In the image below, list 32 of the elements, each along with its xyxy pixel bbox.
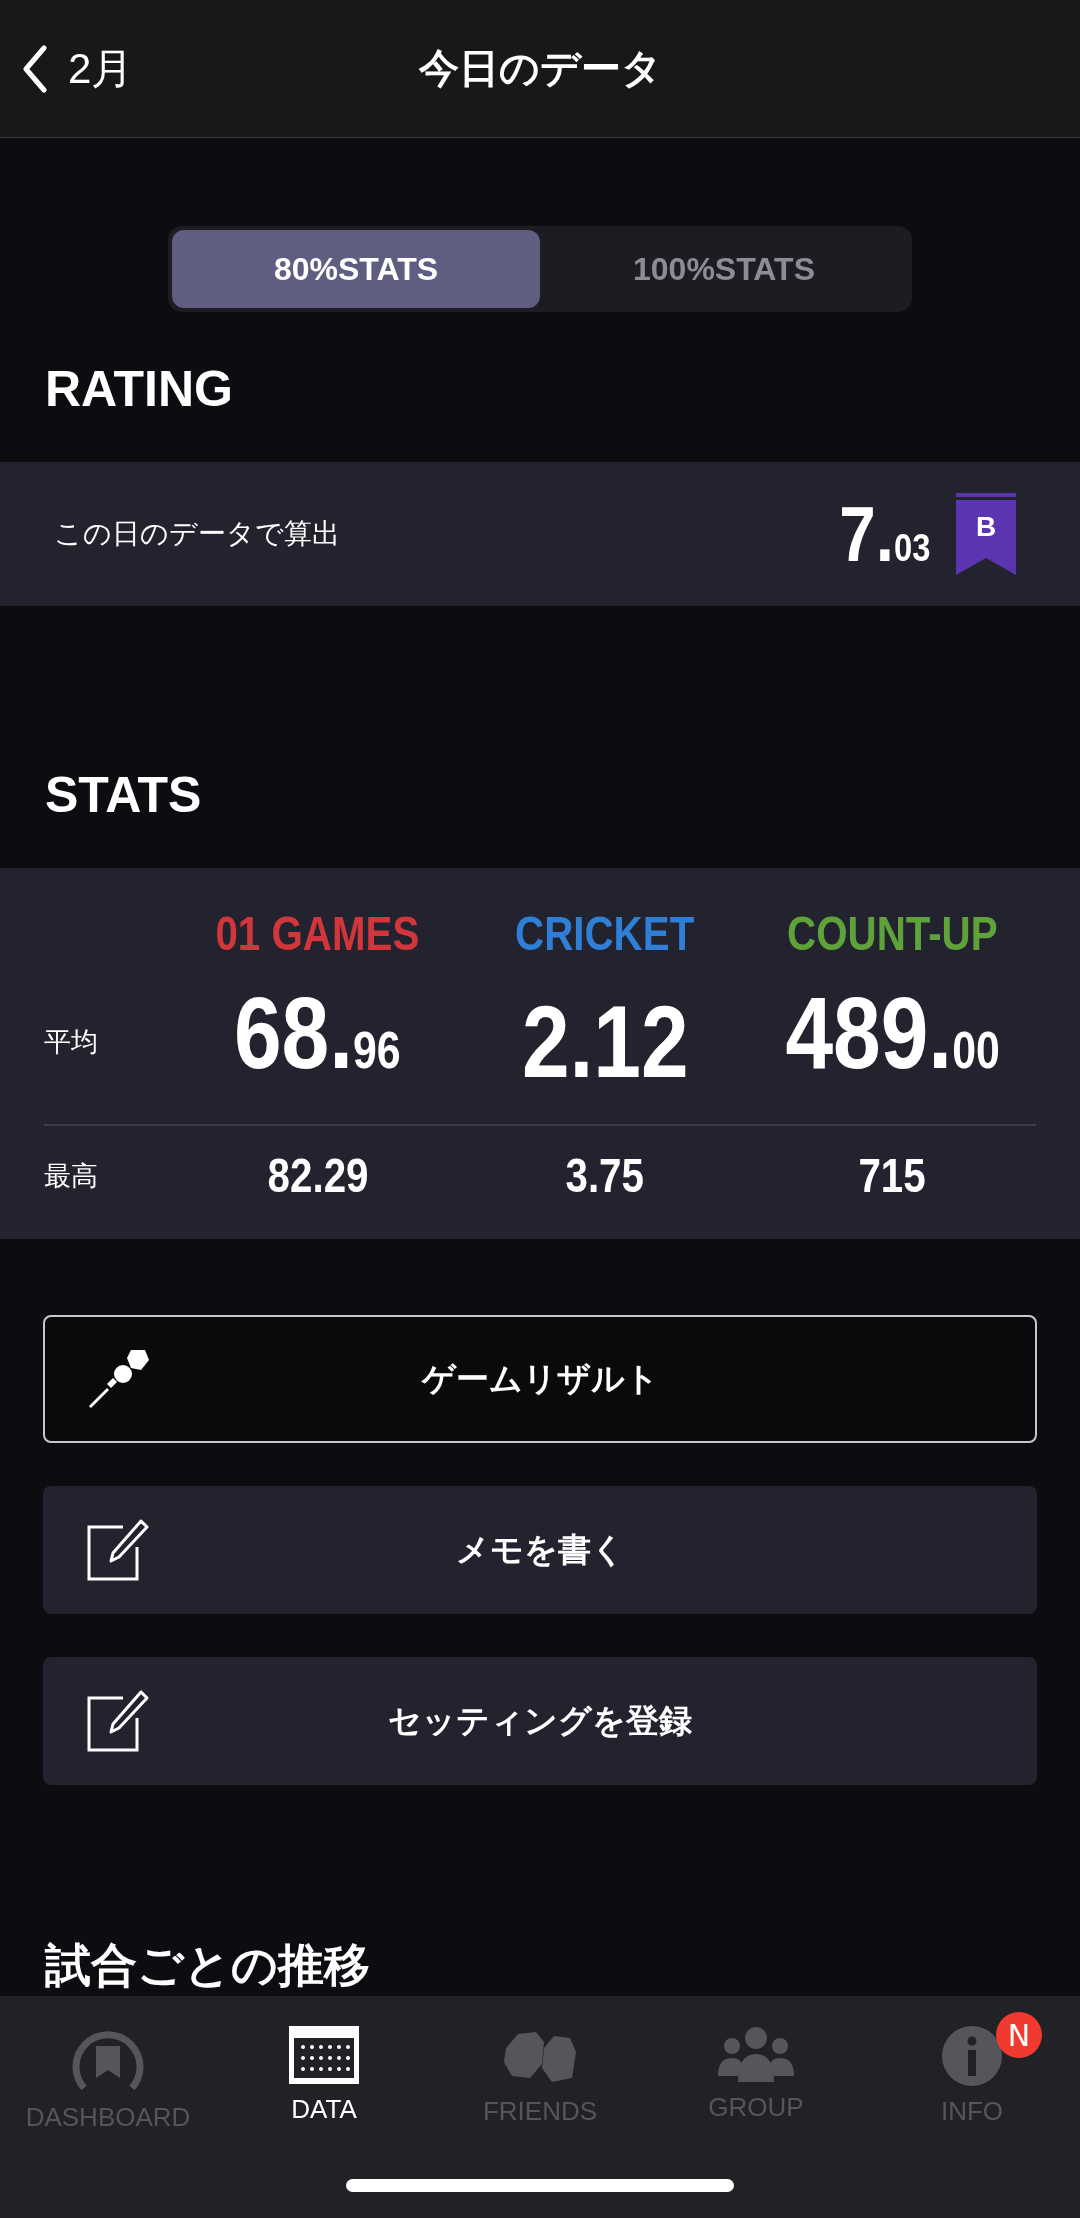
tab-item[interactable]: DATA [281,2020,367,2125]
action-button[interactable]: ゲームリザルト [43,1315,1037,1443]
best-value: 82.29 [266,1148,370,1204]
stats-tab[interactable]: 80%STATS [172,230,540,308]
rating-value: 7.03 [838,488,930,580]
best-value: 3.75 [564,1148,646,1204]
action-button[interactable]: セッティングを登録 [43,1657,1037,1785]
game-name: COUNT-UP [786,906,999,962]
best-value: 715 [857,1148,927,1204]
section-heading: 試合ごとの推移 [43,1937,371,1994]
notification-badge: N [996,2012,1042,2058]
average-value: 489.00 [784,975,1001,1092]
group-icon [718,2026,794,2082]
back-icon [22,44,48,93]
rating-caption: この日のデータで算出 [54,516,341,552]
screen-title: 今日のデータ [418,44,662,93]
rank-label: B [974,511,998,543]
section-heading: STATS [44,766,203,824]
average-value: 2.12 [520,984,690,1101]
action-button[interactable]: メモを書く [43,1486,1037,1614]
row-label: 最高 [44,1158,99,1193]
edit-icon [85,1517,151,1583]
calendar-icon [289,2026,359,2084]
stats-tab[interactable]: 100%STATS [540,230,908,308]
section-heading: RATING [44,360,234,418]
back-button[interactable]: 2月 [0,40,134,97]
game-name: CRICKET [514,906,696,962]
average-value: 68.96 [233,975,403,1092]
info-icon [942,2026,1002,2086]
game-name: 01 GAMES [214,906,421,962]
edit-icon [85,1688,151,1754]
row-label: 平均 [44,1025,99,1059]
